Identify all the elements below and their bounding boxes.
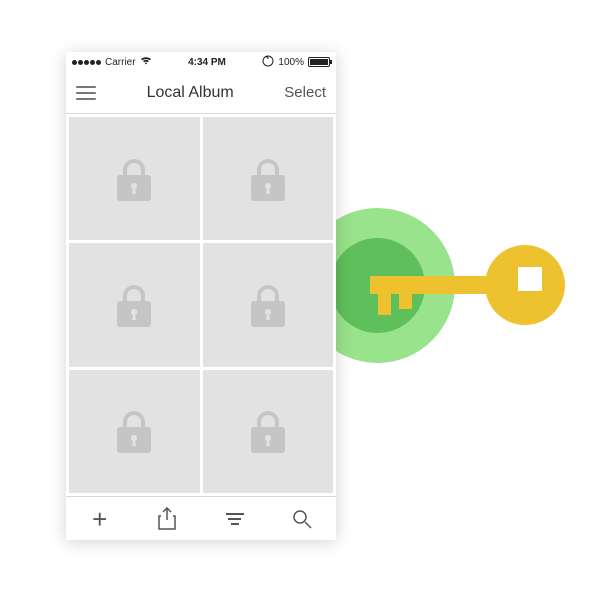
status-bar: Carrier 4:34 PM 100% [66,52,336,72]
album-grid [66,114,336,496]
carrier-label: Carrier [105,57,136,68]
lock-icon [115,409,153,453]
wifi-icon [140,56,152,68]
album-cell[interactable] [203,243,334,366]
album-cell[interactable] [69,243,200,366]
share-icon [157,507,177,531]
page-title: Local Album [147,84,234,102]
search-button[interactable] [280,497,324,541]
add-button[interactable]: + [78,497,122,541]
battery-percent-label: 100% [278,57,304,68]
battery-icon [308,57,330,67]
unlock-graphic [300,200,560,370]
sort-button[interactable] [213,497,257,541]
search-icon [292,509,312,529]
signal-dots-icon [72,60,101,65]
lock-icon [249,283,287,327]
album-cell[interactable] [69,117,200,240]
lock-icon [115,157,153,201]
clock-label: 4:34 PM [188,57,226,68]
share-button[interactable] [145,497,189,541]
tabbar: + [66,496,336,540]
navbar: Local Album Select [66,72,336,114]
select-button[interactable]: Select [284,84,326,101]
sort-icon [226,513,244,525]
rotation-lock-icon [262,55,274,70]
lock-icon [249,409,287,453]
lock-icon [115,283,153,327]
menu-button[interactable] [76,86,96,100]
lock-icon [249,157,287,201]
album-cell[interactable] [69,370,200,493]
album-cell[interactable] [203,370,334,493]
plus-icon: + [92,506,107,532]
phone-frame: Carrier 4:34 PM 100% Local Album Select [66,52,336,540]
album-cell[interactable] [203,117,334,240]
key-icon [370,235,565,335]
